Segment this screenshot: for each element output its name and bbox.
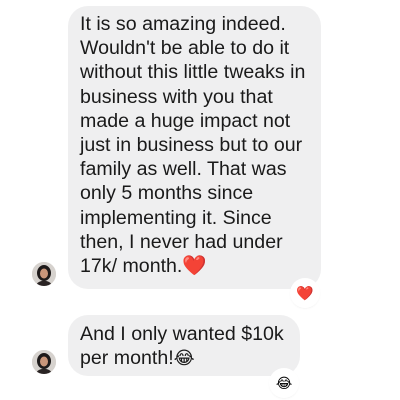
person-avatar-icon [32,350,56,374]
laughing-emoji-icon: 😂 [275,375,293,391]
reaction-laugh[interactable]: 😂 [271,370,297,396]
chat-thread: It is so amazing indeed. Wouldn't be abl… [0,0,400,400]
message-bubble-2[interactable]: And I only wanted $10k per month!😂 [68,315,300,376]
heart-icon: ❤️ [296,285,314,301]
reaction-heart[interactable]: ❤️ [292,280,318,306]
inline-heart-emoji: ❤️ [182,255,207,278]
sender-avatar[interactable] [32,262,56,286]
inline-laugh-emoji: 😂 [173,348,195,369]
sender-avatar[interactable] [32,350,56,374]
message-bubble-1[interactable]: It is so amazing indeed. Wouldn't be abl… [68,6,321,289]
person-avatar-icon [32,262,56,286]
message-text-1: It is so amazing indeed. Wouldn't be abl… [80,13,306,278]
